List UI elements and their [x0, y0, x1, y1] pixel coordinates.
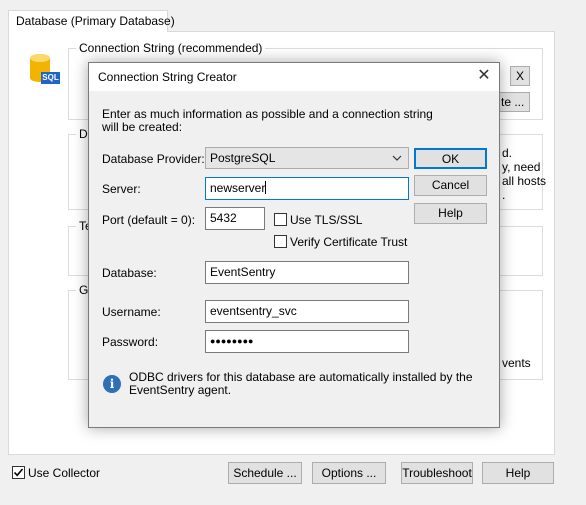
- username-input[interactable]: eventsentry_svc: [205, 300, 409, 323]
- provider-value: PostgreSQL: [210, 151, 276, 165]
- info-text-line1: ODBC drivers for this database are autom…: [129, 370, 473, 384]
- password-input[interactable]: ●●●●●●●●: [205, 330, 409, 353]
- use-collector-label: Use Collector: [28, 466, 101, 480]
- database-input[interactable]: EventSentry: [205, 261, 409, 284]
- dsn-text-4: .: [502, 188, 506, 202]
- dialog-titlebar: Connection String Creator ✕: [89, 63, 499, 91]
- verify-certificate-label: Verify Certificate Trust: [290, 235, 408, 249]
- dsn-text-1: d.: [502, 146, 513, 160]
- tab-label: Database (Primary Database): [16, 14, 175, 28]
- text-cursor: [265, 181, 267, 194]
- intro-text-line1: Enter as much information as possible an…: [102, 107, 433, 121]
- info-icon: i: [103, 375, 121, 393]
- password-label: Password:: [102, 335, 159, 349]
- use-collector-checkbox[interactable]: [12, 466, 25, 479]
- dsn-text-3: all hosts: [502, 174, 547, 188]
- ok-button[interactable]: OK: [414, 148, 487, 169]
- dialog-title: Connection String Creator: [98, 70, 237, 84]
- server-label: Server:: [102, 182, 141, 196]
- provider-label: Database Provider:: [102, 152, 205, 166]
- info-text-line2: EventSentry agent.: [129, 383, 232, 397]
- server-input[interactable]: newserver: [205, 177, 409, 200]
- clear-button[interactable]: X: [510, 66, 530, 86]
- chevron-down-icon: [392, 155, 402, 161]
- events-text: vents: [502, 356, 531, 370]
- dsn-text-2: y, need: [502, 160, 541, 174]
- connection-string-group-label: Connection String (recommended): [76, 41, 266, 55]
- provider-select[interactable]: PostgreSQL: [205, 147, 409, 169]
- checkmark-icon: [13, 468, 24, 477]
- verify-certificate-checkbox[interactable]: [274, 235, 287, 248]
- username-label: Username:: [102, 305, 161, 319]
- schedule-button[interactable]: Schedule ...: [228, 462, 302, 484]
- help-button[interactable]: Help: [482, 462, 554, 484]
- tls-checkbox[interactable]: [274, 213, 287, 226]
- tab-database-primary[interactable]: Database (Primary Database): [8, 10, 175, 32]
- database-label: Database:: [102, 266, 157, 280]
- tls-label: Use TLS/SSL: [290, 213, 363, 227]
- server-value: newserver: [210, 181, 266, 195]
- create-connection-string-button[interactable]: te ...: [498, 92, 530, 112]
- intro-text-line2: will be created:: [102, 120, 183, 134]
- options-button[interactable]: Options ...: [312, 462, 386, 484]
- dialog-help-button[interactable]: Help: [414, 203, 487, 224]
- sql-badge: SQL: [41, 72, 60, 84]
- port-input[interactable]: 5432: [205, 207, 265, 230]
- port-label: Port (default = 0):: [102, 213, 196, 227]
- troubleshoot-button[interactable]: Troubleshoot: [401, 462, 473, 484]
- cancel-button[interactable]: Cancel: [414, 175, 487, 196]
- connection-string-creator-dialog: Connection String Creator ✕ Enter as muc…: [88, 62, 500, 428]
- close-icon[interactable]: ✕: [471, 64, 497, 88]
